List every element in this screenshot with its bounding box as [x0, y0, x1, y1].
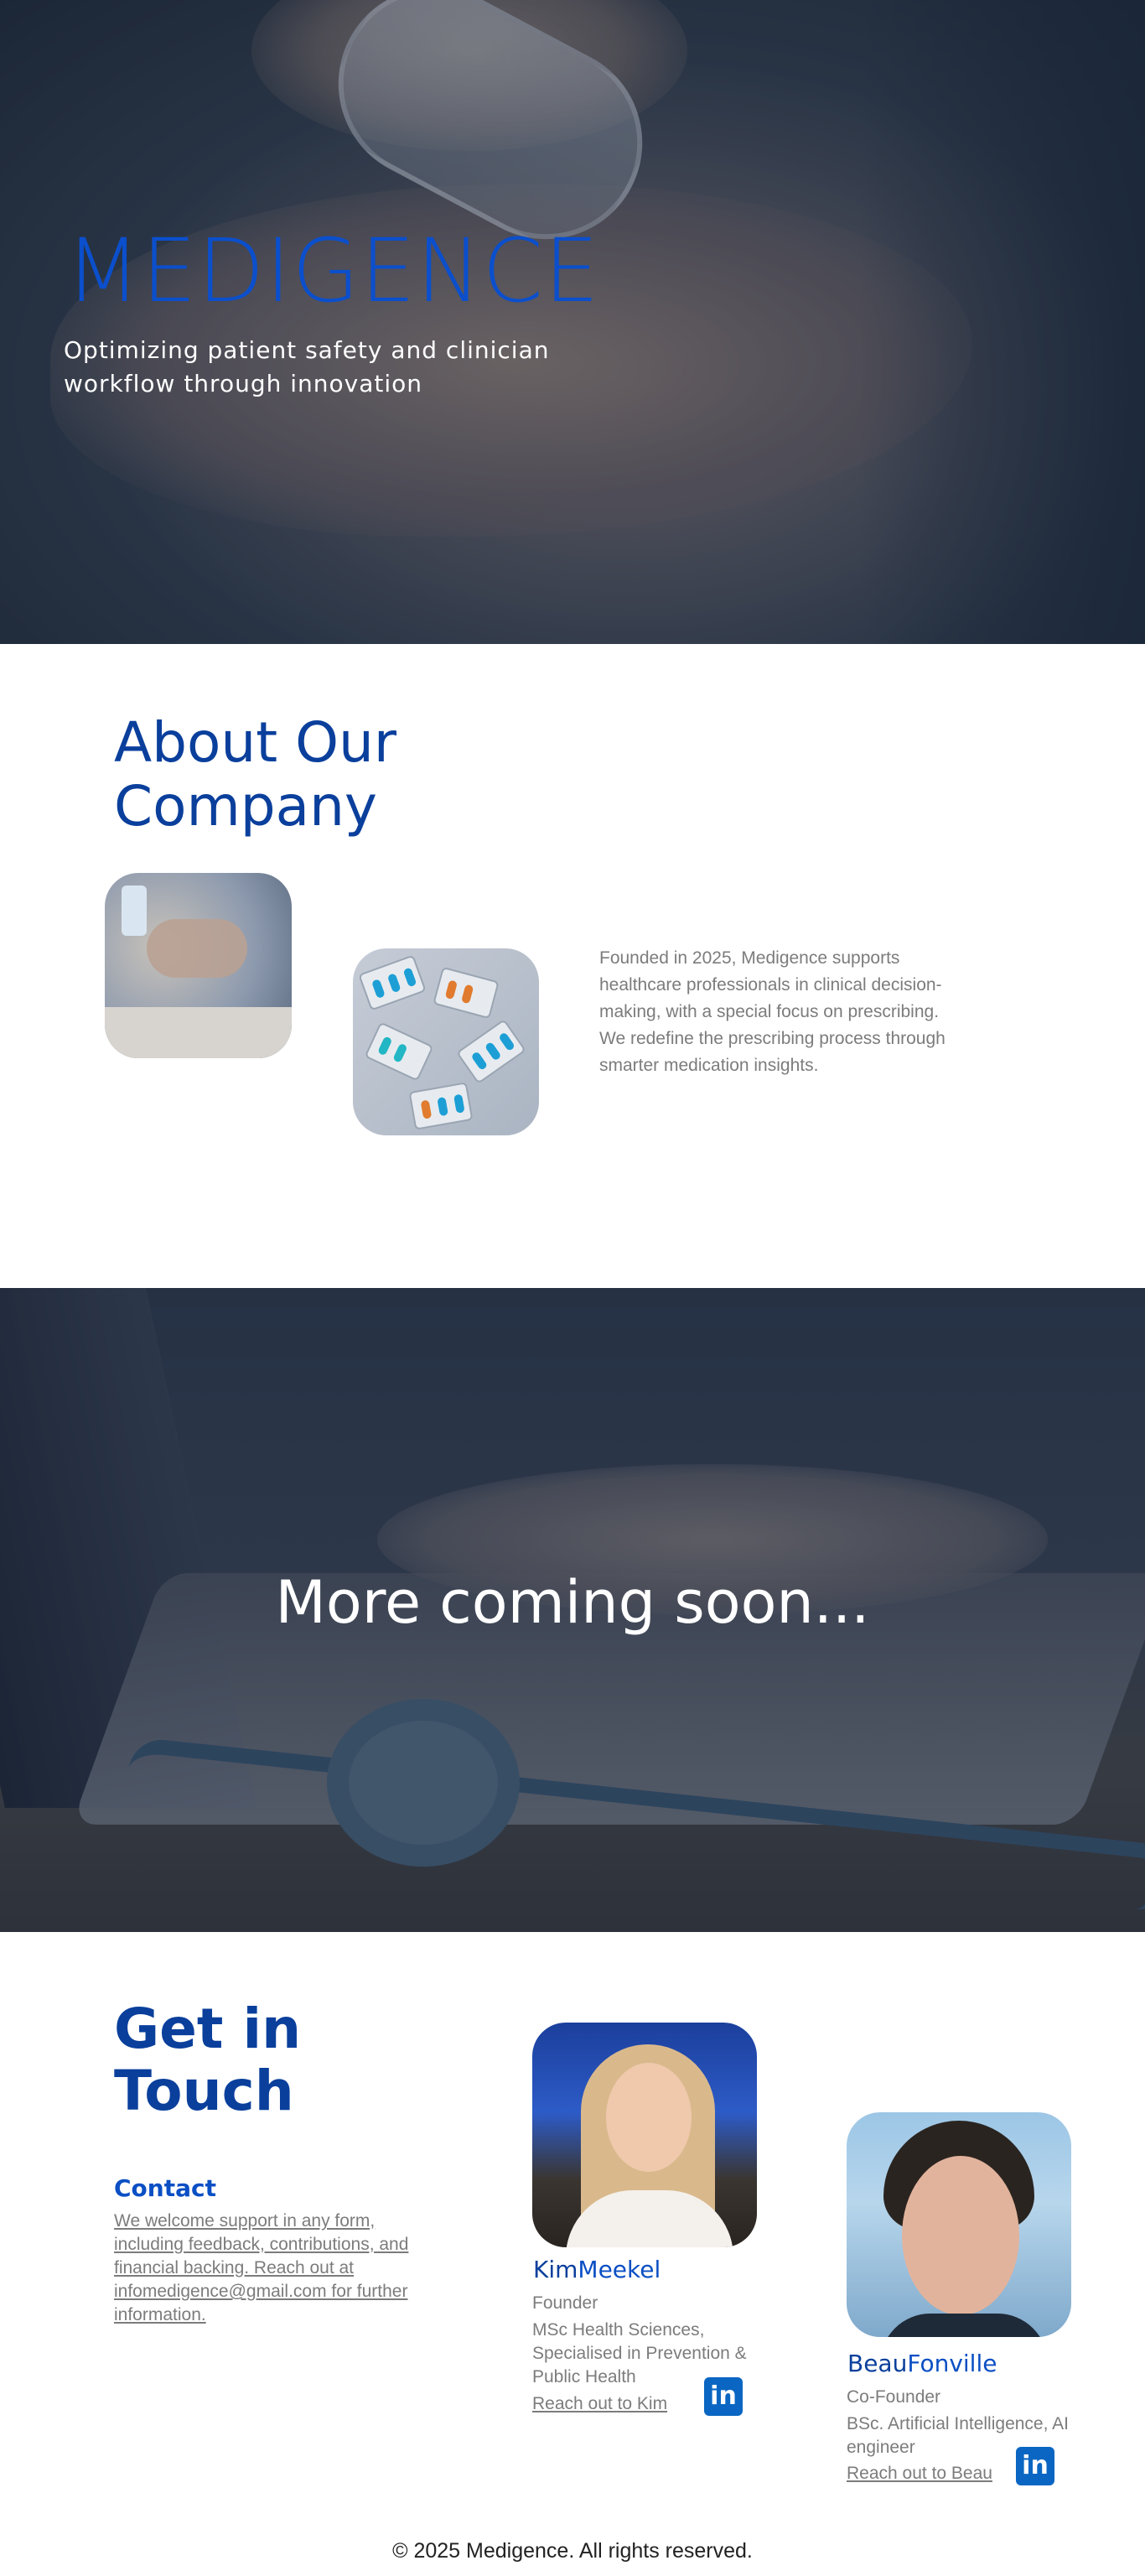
reach-out-kim-link[interactable]: Reach out to Kim: [532, 2394, 667, 2414]
blister-pack: [456, 1019, 526, 1084]
contact-title: Get in Touch: [114, 1997, 302, 2123]
avatar-beau: [847, 2112, 1071, 2337]
avatar-face: [902, 2156, 1019, 2315]
blister-pack: [408, 1082, 474, 1130]
avatar-shirt: [880, 2314, 1048, 2337]
photo-hand: [147, 919, 247, 978]
last-name: Fonville: [907, 2350, 997, 2377]
contact-email-link[interactable]: We welcome support in any form, includin…: [114, 2210, 441, 2327]
avatar-face: [606, 2063, 692, 2172]
linkedin-icon[interactable]: in: [1016, 2447, 1054, 2485]
footer-copyright: © 2025 Medigence. All rights reserved.: [392, 2539, 753, 2563]
linkedin-icon[interactable]: in: [704, 2377, 743, 2416]
blister-pack: [433, 966, 500, 1020]
about-description: Founded in 2025, Medigence supports heal…: [599, 948, 946, 1075]
team-member-name: KimMeekel: [533, 2256, 661, 2283]
photo-pill-bottle: [122, 886, 147, 936]
team-member-name: BeauFonville: [847, 2350, 997, 2377]
hero-overlay: [0, 0, 1145, 644]
blister-pack: [364, 1021, 434, 1082]
first-name: Kim: [533, 2256, 578, 2283]
contact-label: Contact: [114, 2174, 216, 2202]
hero-subtitle: Optimizing patient safety and clinician …: [64, 336, 550, 397]
first-name: Beau: [847, 2350, 908, 2377]
reach-out-beau-link[interactable]: Reach out to Beau: [847, 2464, 992, 2484]
photo-table: [105, 1007, 292, 1058]
last-name: Meekel: [578, 2256, 661, 2283]
hero-section: [0, 0, 1145, 644]
team-member-description: MSc Health Sciences, Specialised in Prev…: [532, 2320, 747, 2386]
hero-title: MEDIGENCE: [65, 220, 600, 322]
about-title: About Our Company: [114, 710, 397, 839]
about-photo-medication-handover: [105, 873, 292, 1058]
avatar-kim: [532, 2023, 757, 2247]
coming-soon-heading: More coming soon...: [275, 1568, 870, 1637]
team-member-role: Founder: [532, 2293, 598, 2313]
blister-pack: [358, 954, 427, 1011]
team-member-role: Co-Founder: [847, 2387, 941, 2407]
about-photo-blister-packs: [353, 948, 539, 1135]
